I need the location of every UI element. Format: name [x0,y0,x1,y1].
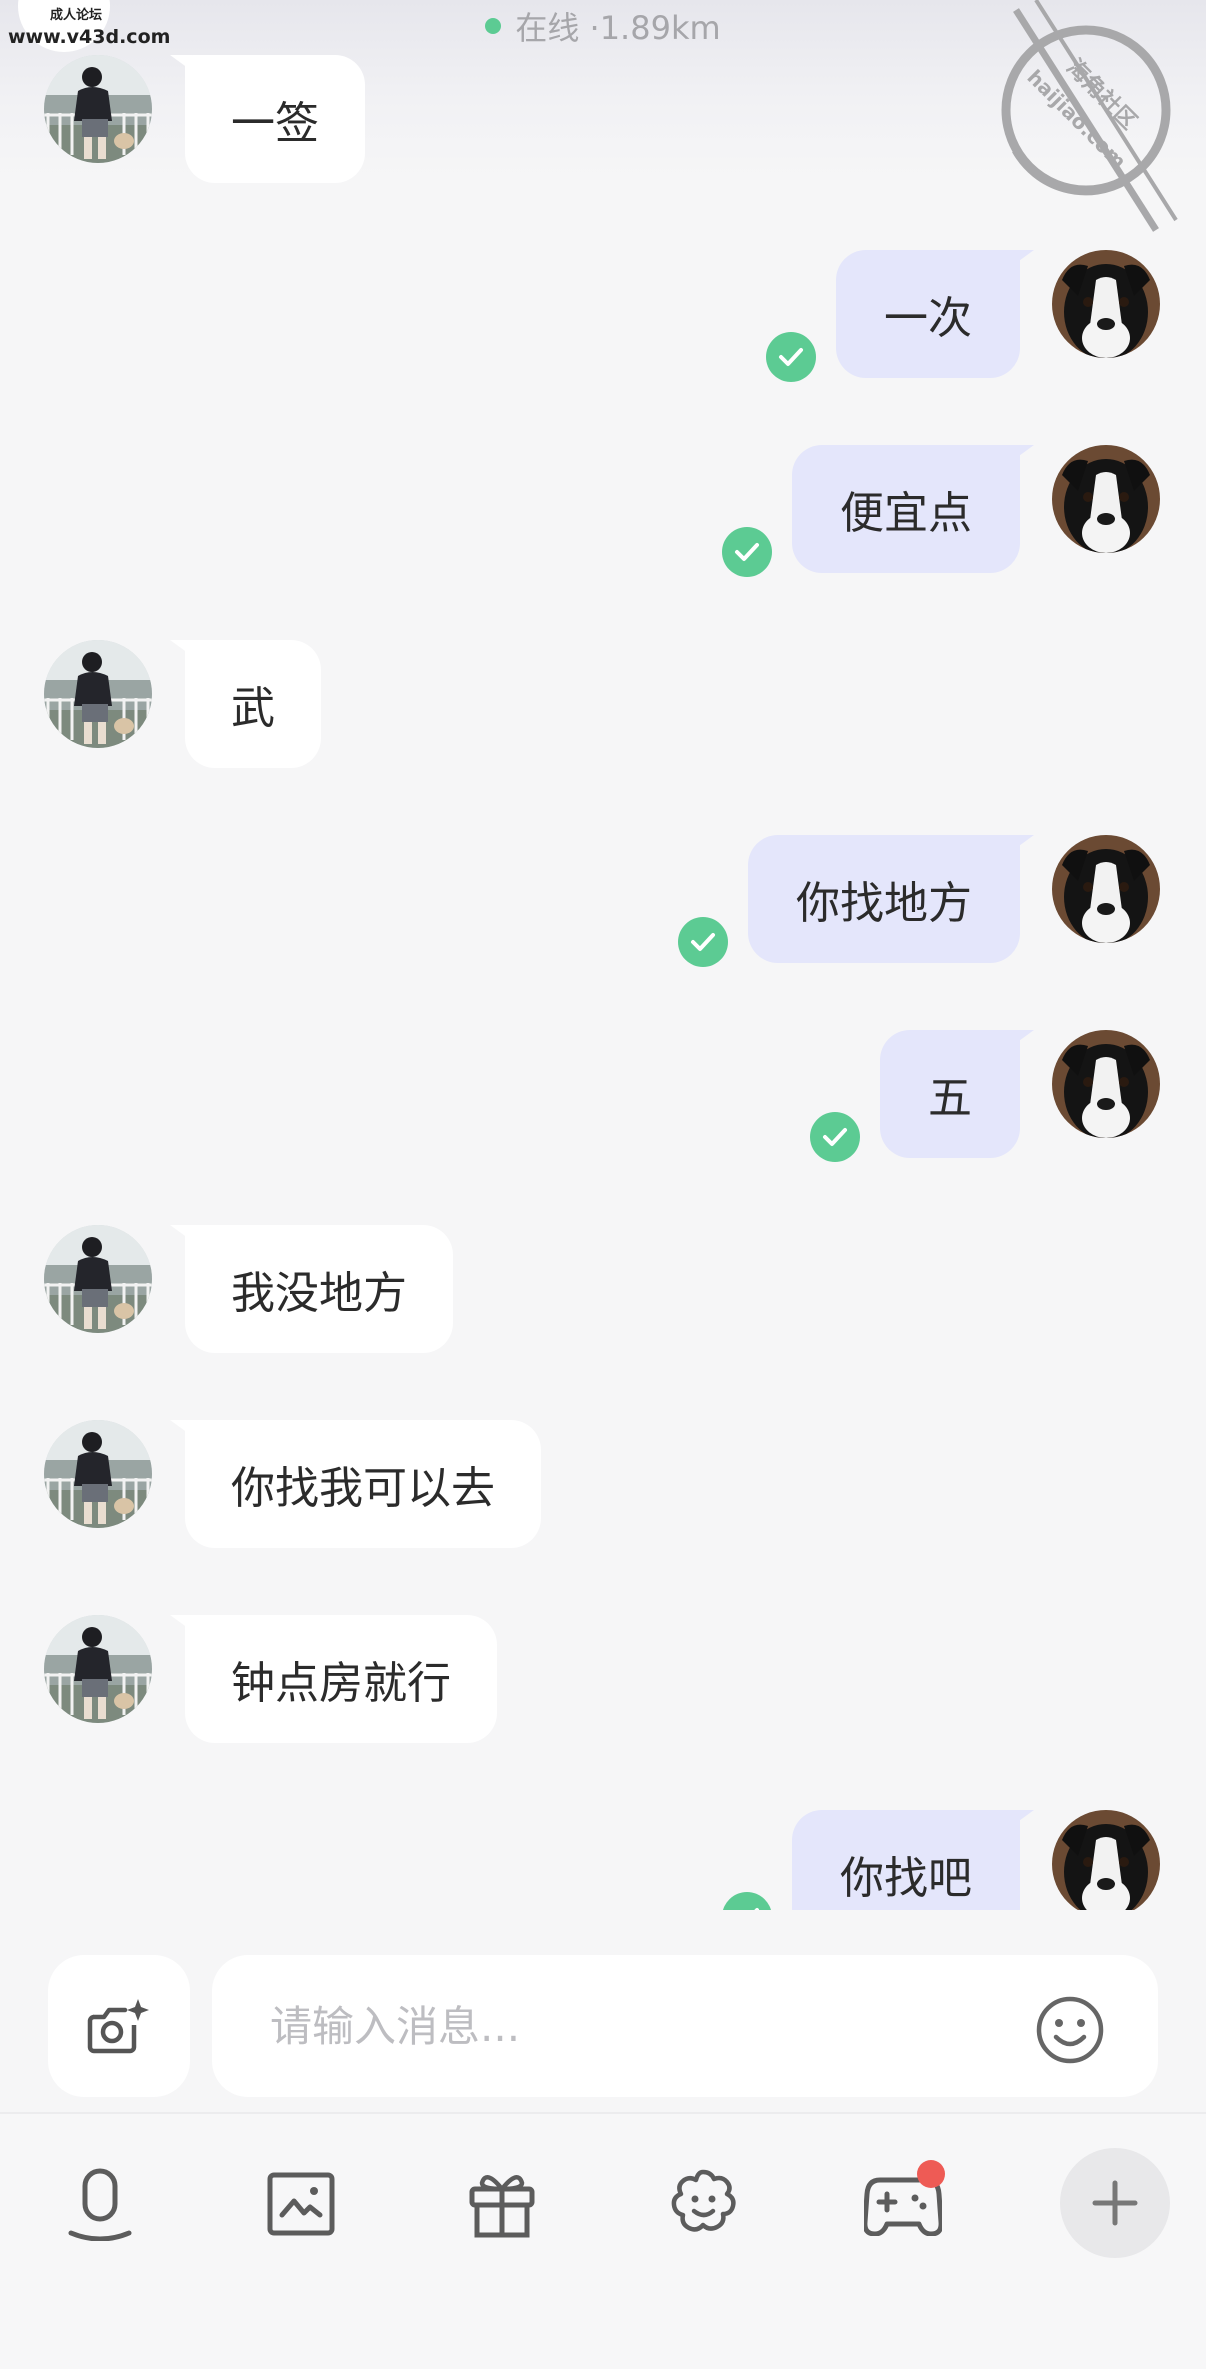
user-avatar[interactable] [44,1615,152,1723]
online-dot [485,18,502,34]
incoming-message: 你找我可以去 [0,1420,1206,1560]
emoji-button[interactable] [1034,1994,1106,2066]
dog-avatar[interactable] [1052,1030,1160,1138]
gift-button[interactable] [452,2154,552,2254]
bubble-tail [1012,1030,1034,1046]
message-bubble[interactable]: 你找我可以去 [185,1420,541,1548]
more-button[interactable] [1060,2148,1170,2258]
dog-avatar[interactable] [1052,250,1160,358]
message-bubble[interactable]: 武 [185,640,321,768]
incoming-message: 一签 [0,55,1206,195]
read-check-icon [810,1112,860,1162]
message-bubble[interactable]: 一签 [185,55,365,183]
voice-button[interactable] [50,2154,150,2254]
user-avatar[interactable] [44,1225,152,1333]
status-text: 在线 ·1.89km [515,9,721,47]
site-watermark: 成人论坛 www.v43d.com [0,0,170,56]
outgoing-message: 五 [0,1030,1206,1170]
watermark-url: www.v43d.com [8,26,171,48]
game-button[interactable] [853,2154,953,2254]
outgoing-message: 你找地方 [0,835,1206,975]
read-check-icon [722,527,772,577]
bubble-tail [170,1615,192,1631]
composer-bar [0,1910,1206,2110]
bubble-tail [170,55,192,71]
sticker-icon [671,2169,736,2232]
user-avatar[interactable] [44,55,152,163]
camera-sparkle-icon [87,1999,149,2054]
read-check-icon [678,917,728,967]
dog-avatar[interactable] [1052,445,1160,553]
incoming-message: 武 [0,640,1206,780]
bubble-tail [1012,1810,1034,1826]
image-icon [267,2172,335,2236]
camera-button[interactable] [48,1955,190,2097]
bubble-tail [1012,250,1034,266]
incoming-message: 我没地方 [0,1225,1206,1365]
gift-icon [469,2175,535,2238]
read-check-icon [766,332,816,382]
message-input[interactable] [212,1955,1158,2097]
message-bubble[interactable]: 我没地方 [185,1225,453,1353]
notification-dot [917,2160,945,2188]
bottom-toolbar [0,2114,1206,2369]
bubble-tail [1012,445,1034,461]
message-bubble[interactable]: 你找地方 [748,835,1020,963]
message-bubble[interactable]: 便宜点 [792,445,1020,573]
image-button[interactable] [251,2154,351,2254]
plus-icon [1092,2180,1138,2226]
outgoing-message: 便宜点 [0,445,1206,585]
message-bubble[interactable]: 一次 [836,250,1020,378]
user-avatar[interactable] [44,640,152,748]
message-bubble[interactable]: 五 [880,1030,1020,1158]
message-bubble[interactable]: 钟点房就行 [185,1615,497,1743]
user-avatar[interactable] [44,1420,152,1528]
dog-avatar[interactable] [1052,835,1160,943]
voice-icon [68,2168,132,2241]
bubble-tail [1012,835,1034,851]
smiley-icon [1036,1996,1104,2064]
bubble-tail [170,1225,192,1241]
watermark-tag: 成人论坛 [50,8,103,23]
bubble-tail [170,640,192,656]
incoming-message: 钟点房就行 [0,1615,1206,1755]
bubble-tail [170,1420,192,1436]
sticker-button[interactable] [653,2154,753,2254]
dog-avatar[interactable] [1052,1810,1160,1918]
outgoing-message: 一次 [0,250,1206,390]
